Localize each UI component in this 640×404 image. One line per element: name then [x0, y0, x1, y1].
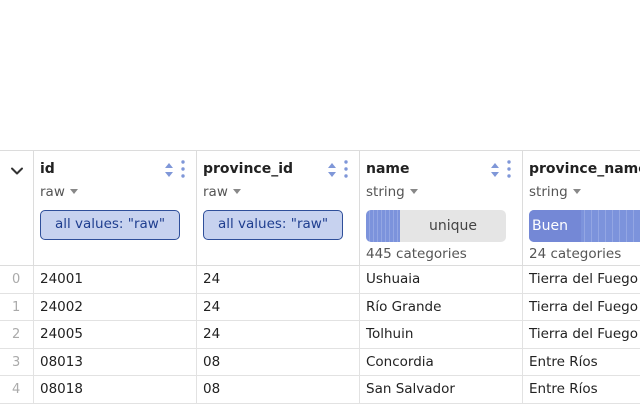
row-index: 3 — [0, 348, 34, 375]
column-header-name[interactable]: name string unique 445 categories — [360, 150, 523, 266]
row-index: 4 — [0, 376, 34, 403]
column-name: id — [40, 161, 55, 177]
column-type-selector[interactable]: string — [529, 184, 581, 200]
histogram-bar — [366, 210, 400, 242]
more-vert-icon[interactable] — [344, 160, 348, 178]
row-index: 1 — [0, 293, 34, 320]
cell-name[interactable]: Río Grande — [360, 293, 523, 320]
cell-id[interactable]: 24005 — [34, 321, 197, 348]
cell-name[interactable]: Ushuaia — [360, 266, 523, 293]
column-type-selector[interactable]: raw — [203, 184, 241, 200]
more-vert-icon[interactable] — [507, 160, 511, 178]
all-values-summary: all values: "raw" — [40, 210, 180, 240]
cell-province-name[interactable]: Tierra del Fuego — [523, 321, 640, 348]
table-row[interactable]: 0 24001 24 Ushuaia Tierra del Fuego — [0, 266, 640, 294]
column-name: name — [366, 161, 410, 177]
cell-name[interactable]: Tolhuin — [360, 321, 523, 348]
table-row[interactable]: 2 24005 24 Tolhuin Tierra del Fuego — [0, 321, 640, 349]
column-header-id[interactable]: id raw all values: "raw" — [34, 150, 197, 266]
cell-id[interactable]: 24002 — [34, 293, 197, 320]
sort-icon[interactable] — [490, 162, 500, 178]
category-count: 445 categories — [366, 246, 467, 262]
table-row[interactable]: 4 08018 08 San Salvador Entre Ríos — [0, 376, 640, 404]
row-index: 0 — [0, 266, 34, 293]
cell-province-id[interactable]: 08 — [197, 348, 360, 375]
cell-province-name[interactable]: Tierra del Fuego — [523, 294, 640, 321]
row-index: 2 — [0, 321, 34, 348]
cell-name[interactable]: Concordia — [360, 348, 523, 375]
table-row[interactable]: 3 08013 08 Concordia Entre Ríos — [0, 348, 640, 376]
column-name: province_id — [203, 161, 294, 177]
data-grid: id raw all values: "raw" province_id raw… — [0, 150, 640, 404]
histogram-label: unique — [428, 218, 477, 234]
more-vert-icon[interactable] — [181, 160, 185, 178]
table-row[interactable]: 1 24002 24 Río Grande Tierra del Fuego — [0, 293, 640, 321]
all-values-summary: all values: "raw" — [203, 210, 343, 240]
caret-down-icon — [409, 189, 418, 194]
cell-province-name[interactable]: Entre Ríos — [523, 349, 640, 376]
column-type-selector[interactable]: string — [366, 184, 418, 200]
caret-down-icon — [69, 189, 78, 194]
caret-down-icon — [572, 189, 581, 194]
category-count: 24 categories — [529, 246, 622, 262]
cell-id[interactable]: 08018 — [34, 376, 197, 403]
caret-down-icon — [232, 189, 241, 194]
cell-province-id[interactable]: 08 — [197, 376, 360, 403]
cell-province-id[interactable]: 24 — [197, 266, 360, 293]
chevron-down-icon[interactable] — [9, 163, 25, 179]
sort-icon[interactable] — [164, 162, 174, 178]
cell-id[interactable]: 24001 — [34, 266, 197, 293]
histogram-top-category: Buen — [529, 210, 581, 242]
column-name: province_name — [529, 161, 640, 177]
cell-province-name[interactable]: Tierra del Fuego — [523, 266, 640, 293]
cell-id[interactable]: 08013 — [34, 348, 197, 375]
cell-province-id[interactable]: 24 — [197, 321, 360, 348]
cell-province-id[interactable]: 24 — [197, 293, 360, 320]
column-header-province-name[interactable]: province_name string Buen 24 categories — [523, 150, 640, 266]
grid-corner — [0, 150, 34, 266]
category-histogram[interactable]: unique — [366, 210, 506, 242]
sort-icon[interactable] — [327, 162, 337, 178]
column-type-selector[interactable]: raw — [40, 184, 78, 200]
category-histogram[interactable]: Buen — [529, 210, 640, 242]
cell-name[interactable]: San Salvador — [360, 376, 523, 403]
cell-province-name[interactable]: Entre Ríos — [523, 376, 640, 403]
column-header-province-id[interactable]: province_id raw all values: "raw" — [197, 150, 360, 266]
